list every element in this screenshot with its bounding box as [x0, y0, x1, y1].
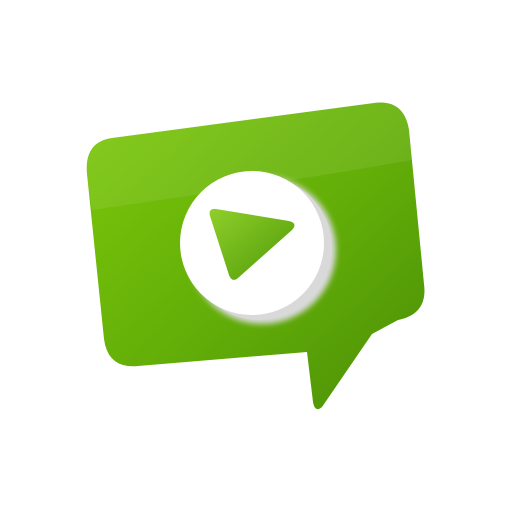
video-chat-bubble-icon [86, 102, 425, 410]
icon-canvas [0, 0, 512, 512]
